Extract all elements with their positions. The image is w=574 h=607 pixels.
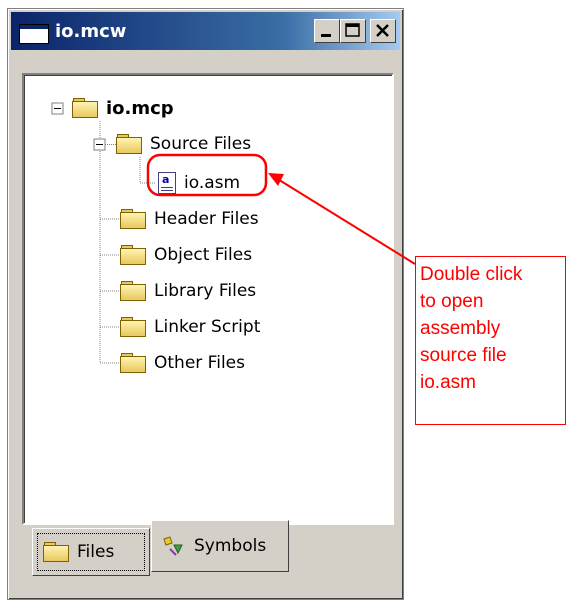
workspace-window: io.mcw io.mcp Source Files a io.asm Head…	[7, 8, 404, 600]
maximize-button[interactable]	[340, 19, 366, 43]
window-icon	[19, 24, 49, 44]
folder-icon	[116, 134, 142, 154]
annotation-line: Double click	[420, 264, 523, 285]
tree-item-source-files[interactable]: Source Files	[116, 129, 251, 159]
project-label: io.mcp	[106, 97, 174, 119]
tree-item-project[interactable]: io.mcp	[72, 93, 174, 123]
folder-icon	[120, 317, 146, 337]
annotation-line: io.asm	[420, 372, 476, 393]
tree-item-header-files[interactable]: Header Files	[120, 204, 259, 234]
library-files-label: Library Files	[154, 281, 257, 301]
tab-symbols[interactable]: Symbols	[151, 520, 289, 572]
tab-files-label: Files	[77, 542, 115, 562]
folder-icon	[43, 542, 69, 562]
folder-icon	[120, 353, 146, 373]
minimize-icon	[321, 34, 331, 37]
object-files-label: Object Files	[154, 245, 253, 265]
folder-icon	[120, 209, 146, 229]
folder-icon	[72, 98, 98, 118]
other-files-label: Other Files	[154, 353, 245, 373]
close-icon	[376, 24, 389, 37]
annotation-line: assembly	[420, 318, 501, 339]
minimize-button[interactable]	[314, 19, 340, 43]
title-bar[interactable]: io.mcw	[11, 12, 400, 50]
folder-icon	[120, 281, 146, 301]
tree-item-object-files[interactable]: Object Files	[120, 240, 252, 270]
linker-script-label: Linker Script	[154, 317, 261, 337]
annotation-callout: Double click to open assembly source fil…	[415, 256, 566, 425]
tab-symbols-label: Symbols	[194, 536, 267, 556]
source-files-label: Source Files	[150, 134, 252, 154]
symbols-icon	[163, 536, 183, 556]
window-title: io.mcw	[55, 21, 127, 42]
tree-item-library-files[interactable]: Library Files	[120, 276, 256, 306]
annotation-line: source file	[420, 345, 507, 366]
tree-item-io-asm[interactable]: a io.asm	[158, 168, 240, 198]
asm-file-icon: a	[158, 172, 176, 194]
annotation-line: to open	[420, 291, 484, 312]
close-button[interactable]	[370, 19, 396, 43]
io-asm-label: io.asm	[184, 173, 241, 193]
maximize-icon	[345, 23, 360, 37]
tab-files[interactable]: Files	[32, 528, 150, 576]
file-tree-pane[interactable]: io.mcp Source Files a io.asm Header File…	[22, 73, 394, 525]
header-files-label: Header Files	[154, 209, 259, 229]
tree-item-linker-script[interactable]: Linker Script	[120, 312, 260, 342]
tree-item-other-files[interactable]: Other Files	[120, 348, 245, 378]
folder-icon	[120, 245, 146, 265]
